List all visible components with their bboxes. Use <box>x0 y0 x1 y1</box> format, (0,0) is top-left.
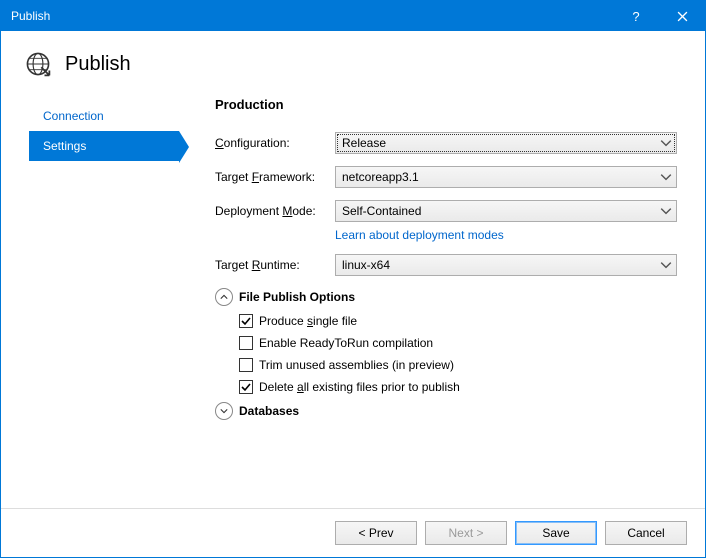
checkbox-label: Trim unused assemblies (in preview) <box>259 358 454 372</box>
section-title: Production <box>215 97 677 112</box>
expander-file-publish-label: File Publish Options <box>239 290 355 304</box>
label-deployment-mode: Deployment Mode: <box>215 204 335 218</box>
link-deployment-modes[interactable]: Learn about deployment modes <box>335 228 504 242</box>
content-panel: Production Configuration: Release Target… <box>179 97 677 498</box>
cancel-button-label: Cancel <box>627 526 664 540</box>
combo-target-framework-value: netcoreapp3.1 <box>342 170 419 184</box>
label-target-framework: Target Framework: <box>215 170 335 184</box>
combo-configuration[interactable]: Release <box>335 132 677 154</box>
checkbox-icon <box>239 358 253 372</box>
close-button[interactable] <box>659 1 705 31</box>
header: Publish <box>1 31 705 83</box>
combo-deployment-mode[interactable]: Self-Contained <box>335 200 677 222</box>
chevron-up-icon <box>215 288 233 306</box>
checkbox-label: Delete all existing files prior to publi… <box>259 380 460 394</box>
row-target-runtime: Target Runtime: linux-x64 <box>215 254 677 276</box>
row-configuration: Configuration: Release <box>215 132 677 154</box>
checkbox-label: Enable ReadyToRun compilation <box>259 336 433 350</box>
label-configuration: Configuration: <box>215 136 335 150</box>
next-button-label: Next > <box>448 526 483 540</box>
combo-target-runtime-value: linux-x64 <box>342 258 390 272</box>
row-deployment-mode: Deployment Mode: Self-Contained <box>215 200 677 222</box>
expander-databases[interactable]: Databases <box>215 402 677 420</box>
close-icon <box>677 11 688 22</box>
header-title: Publish <box>65 53 131 76</box>
nav-panel: Connection Settings <box>29 97 179 498</box>
save-button[interactable]: Save <box>515 521 597 545</box>
chevron-down-icon <box>660 205 672 217</box>
checkbox-icon <box>239 314 253 328</box>
prev-button-label: < Prev <box>358 526 393 540</box>
checkbox-trim-assemblies[interactable]: Trim unused assemblies (in preview) <box>239 358 677 372</box>
titlebar: Publish ? <box>1 1 705 31</box>
checkbox-label: Produce single file <box>259 314 357 328</box>
label-target-runtime: Target Runtime: <box>215 258 335 272</box>
globe-arrow-icon <box>25 51 51 77</box>
checkbox-icon <box>239 336 253 350</box>
checkbox-produce-single-file[interactable]: Produce single file <box>239 314 677 328</box>
publish-dialog: Publish ? Publish Connection Settings Pr… <box>0 0 706 558</box>
prev-button[interactable]: < Prev <box>335 521 417 545</box>
chevron-down-icon <box>215 402 233 420</box>
row-target-framework: Target Framework: netcoreapp3.1 <box>215 166 677 188</box>
cancel-button[interactable]: Cancel <box>605 521 687 545</box>
chevron-down-icon <box>660 171 672 183</box>
help-button[interactable]: ? <box>613 1 659 31</box>
window-title: Publish <box>11 9 50 23</box>
nav-item-settings[interactable]: Settings <box>29 131 179 161</box>
body: Connection Settings Production Configura… <box>1 83 705 508</box>
checkbox-delete-existing[interactable]: Delete all existing files prior to publi… <box>239 380 677 394</box>
chevron-down-icon <box>660 137 672 149</box>
next-button: Next > <box>425 521 507 545</box>
save-button-label: Save <box>542 526 569 540</box>
combo-target-framework[interactable]: netcoreapp3.1 <box>335 166 677 188</box>
combo-configuration-value: Release <box>342 136 386 150</box>
combo-target-runtime[interactable]: linux-x64 <box>335 254 677 276</box>
checkbox-readytorun[interactable]: Enable ReadyToRun compilation <box>239 336 677 350</box>
chevron-down-icon <box>660 259 672 271</box>
combo-deployment-mode-value: Self-Contained <box>342 204 421 218</box>
expander-databases-label: Databases <box>239 404 299 418</box>
checkbox-icon <box>239 380 253 394</box>
expander-file-publish-options[interactable]: File Publish Options <box>215 288 677 306</box>
footer: < Prev Next > Save Cancel <box>1 508 705 557</box>
row-deployment-link: Learn about deployment modes <box>335 228 677 242</box>
nav-item-connection[interactable]: Connection <box>29 101 179 131</box>
